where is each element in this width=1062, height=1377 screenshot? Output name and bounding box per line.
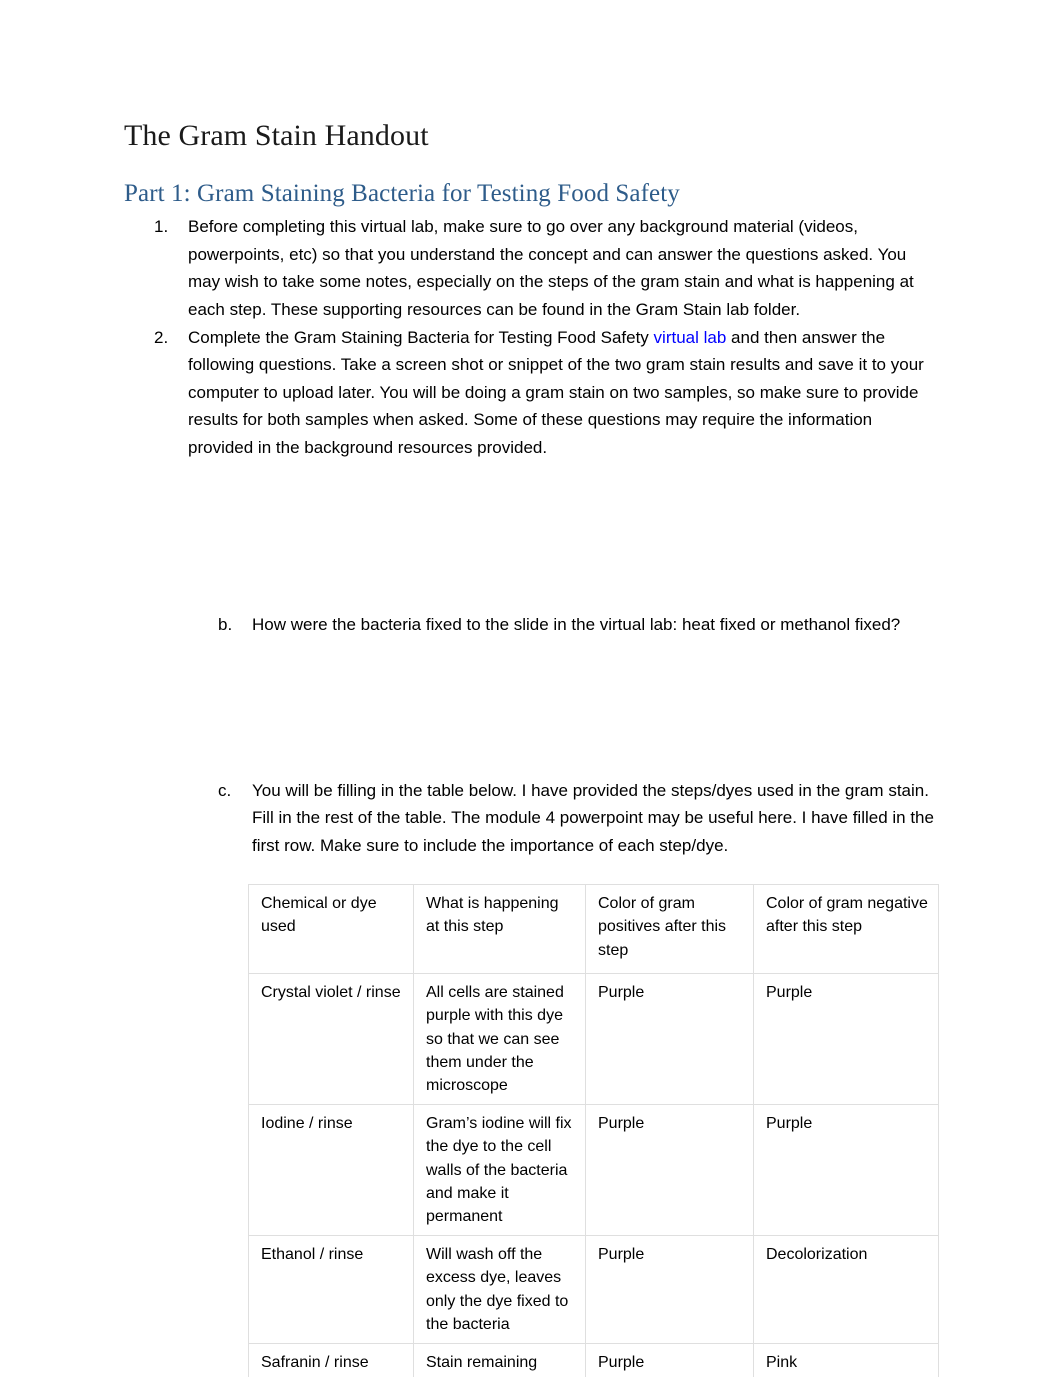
cell-happening: Gram’s iodine will fix the dye to the ce… [413,1104,586,1237]
list-item-1: 1. Before completing this virtual lab, ma… [124,213,940,323]
table-row: Safranin / rinse Stain remaining bacteri… [248,1342,939,1377]
list-marker-2: 2. [154,327,169,347]
cell-gram-negative: Pink [753,1342,939,1377]
cell-chemical: Safranin / rinse [248,1342,414,1377]
vertical-gap-answer-area-a [124,461,940,611]
list-item-1-text: Before completing this virtual lab, make… [188,217,914,319]
table-row: Ethanol / rinse Will wash off the excess… [248,1235,939,1344]
document-page: The Gram Stain Handout Part 1: Gram Stai… [0,0,1062,1377]
list-marker-c: c. [218,780,232,800]
list-item-b: b. How were the bacteria fixed to the sli… [124,611,940,639]
list-marker-b: b. [218,615,233,635]
list-item-2-text-before-link: Complete the Gram Staining Bacteria for … [188,327,654,347]
list-item-c-text: You will be filling in the table below. … [252,780,934,855]
cell-gram-positive: Purple [585,1342,754,1377]
numbered-list: 1. Before completing this virtual lab, ma… [124,213,940,461]
cell-chemical: Ethanol / rinse [248,1235,414,1344]
table-header-happening: What is happening at this step [413,884,586,975]
cell-gram-negative: Purple [753,973,939,1106]
cell-gram-positive: Purple [585,973,754,1106]
lettered-list-c: c. You will be filling in the table below… [124,777,940,860]
table-header-row: Chemical or dye used What is happening a… [248,884,939,975]
table-header-gram-negative: Color of gram negative after this step [753,884,939,975]
list-item-c: c. You will be filling in the table below… [124,777,940,860]
cell-happening: Stain remaining bacteria pink indicating… [413,1342,586,1377]
cell-happening: Will wash off the excess dye, leaves onl… [413,1235,586,1344]
cell-gram-positive: Purple [585,1104,754,1237]
part-1-heading: Part 1: Gram Staining Bacteria for Testi… [124,180,680,208]
table-header-gram-positive: Color of gram positives after this step [585,884,754,975]
cell-gram-negative: Purple [753,1104,939,1237]
list-item-b-text: How were the bacteria fixed to the slide… [252,615,901,635]
cell-chemical: Crystal violet / rinse [248,973,414,1106]
list-marker-1: 1. [154,217,169,237]
cell-gram-positive: Purple [585,1235,754,1344]
document-body: The Gram Stain Handout Part 1: Gram Stai… [124,118,940,1377]
table-row: Crystal violet / rinse All cells are sta… [248,973,939,1106]
virtual-lab-link[interactable]: virtual lab [654,328,727,347]
vertical-gap-answer-area-b [124,639,940,777]
cell-happening: All cells are stained purple with this d… [413,973,586,1106]
table-header-chemical: Chemical or dye used [248,884,414,975]
page-title: The Gram Stain Handout [124,119,429,152]
gram-stain-table-wrapper: Chemical or dye used What is happening a… [248,884,939,1377]
list-item-2: 2. Complete the Gram Staining Bacteria fo… [124,324,940,462]
table-row: Iodine / rinse Gram’s iodine will fix th… [248,1104,939,1237]
lettered-list-b: b. How were the bacteria fixed to the sli… [124,611,940,639]
cell-gram-negative: Decolorization [753,1235,939,1344]
cell-chemical: Iodine / rinse [248,1104,414,1237]
gram-stain-table: Chemical or dye used What is happening a… [248,884,939,1377]
vertical-gap-before-table [124,859,940,873]
